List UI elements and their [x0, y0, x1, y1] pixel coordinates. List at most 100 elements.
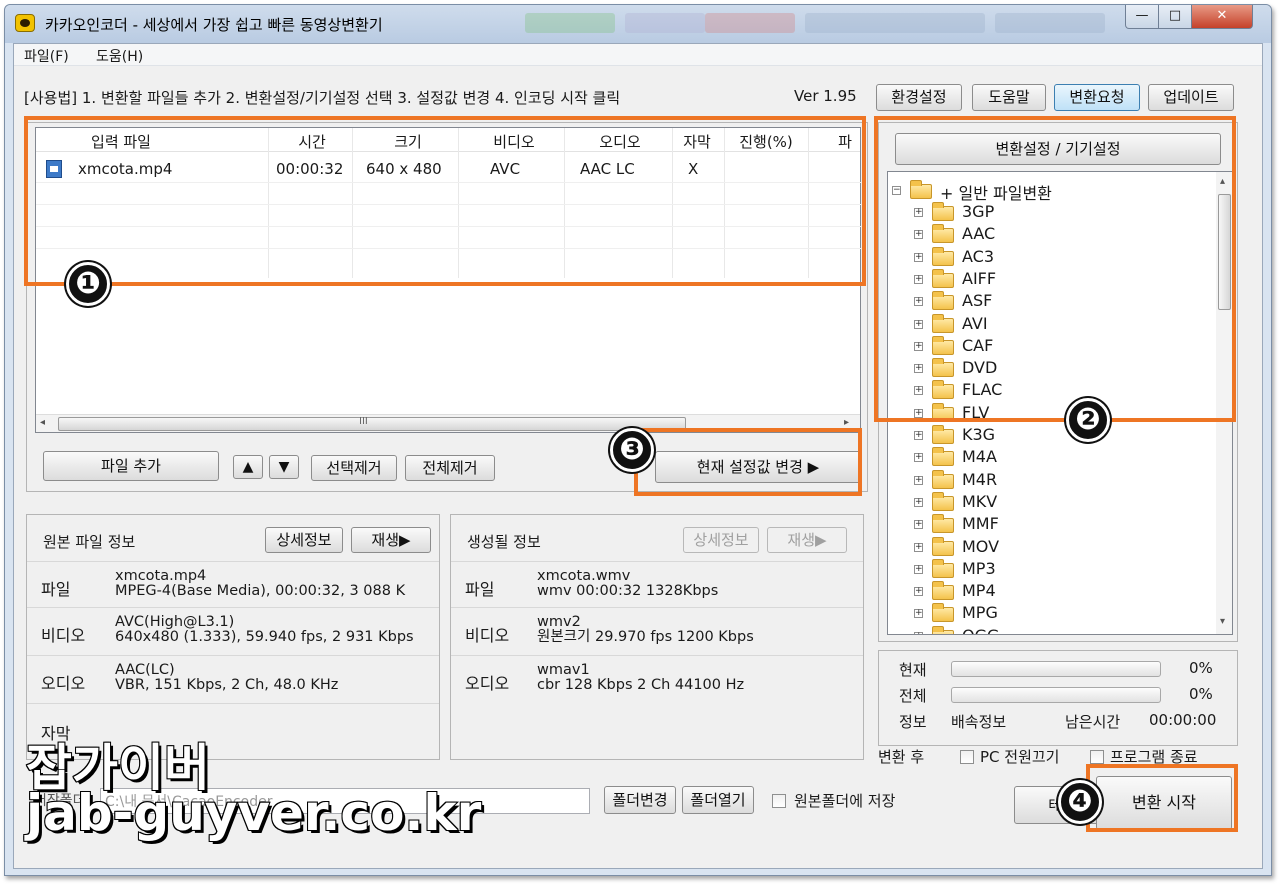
usage-instructions: [사용법] 1. 변환할 파일들 추가 2. 변환설정/기기설정 선택 3. 설…	[24, 89, 621, 107]
current-progress-bar	[951, 661, 1161, 677]
output-audio-codec: wmav1	[537, 662, 590, 678]
progress-panel: 현재 0% 전체 0% 정보 배속정보 남은시간 00:00:00	[878, 650, 1238, 746]
scrollbar-grip: III	[359, 416, 368, 427]
folder-icon	[932, 469, 954, 489]
folder-icon	[932, 491, 954, 511]
total-progress-bar	[951, 687, 1161, 703]
background-blur	[625, 13, 705, 33]
tree-item-format[interactable]: M4R	[962, 470, 997, 489]
close-button[interactable]: ✕	[1191, 5, 1253, 29]
speed-info-label: 배속정보	[951, 713, 1007, 731]
version-label: Ver 1.95	[794, 87, 857, 105]
save-to-source-label: 원본폴더에 저장	[794, 792, 896, 810]
expand-icon[interactable]: +	[914, 631, 923, 634]
source-play-button[interactable]: 재생▶	[351, 527, 431, 553]
scrollbar-thumb[interactable]: III	[58, 416, 686, 431]
total-progress-text: 0%	[1189, 685, 1213, 703]
output-info-panel: 생성될 정보 상세정보 재생▶ 파일 xmcota.wmv wmv 00:00:…	[450, 514, 864, 760]
output-video-row: 비디오 wmv2 원본크기 29.970 fps 1200 Kbps	[451, 607, 863, 655]
expand-icon[interactable]: +	[914, 497, 923, 507]
pc-off-label: PC 전원끄기	[980, 748, 1060, 766]
maximize-button[interactable]: □	[1158, 5, 1192, 29]
pc-off-checkbox[interactable]	[960, 750, 974, 764]
menu-bar: 파일(F) 도움(H)	[14, 44, 1262, 66]
step-4-badge: ❹	[1058, 780, 1102, 824]
current-progress-label: 현재	[899, 661, 927, 679]
source-file-name: xmcota.mp4	[115, 568, 207, 584]
output-info-title: 생성될 정보	[467, 533, 541, 551]
folder-icon	[932, 625, 954, 634]
settings-button[interactable]: 환경설정	[876, 84, 962, 111]
scroll-left-icon[interactable]: ◂	[40, 417, 45, 428]
request-conversion-button[interactable]: 변환요청	[1054, 84, 1140, 111]
info-label: 정보	[899, 713, 927, 731]
output-detail-button[interactable]: 상세정보	[683, 527, 759, 553]
source-audio-label: 오디오	[41, 674, 86, 693]
remaining-time-label: 남은시간	[1065, 713, 1121, 731]
current-progress-text: 0%	[1189, 659, 1213, 677]
remove-all-button[interactable]: 전체제거	[405, 455, 495, 481]
exit-program-checkbox[interactable]	[1090, 750, 1104, 764]
move-down-button[interactable]: ▼	[269, 455, 299, 479]
tree-item-format[interactable]: MMF	[962, 514, 999, 533]
after-convert-label: 변환 후	[878, 748, 925, 766]
source-detail-button[interactable]: 상세정보	[265, 527, 343, 553]
expand-icon[interactable]: +	[914, 520, 923, 530]
background-blur	[525, 13, 615, 33]
expand-icon[interactable]: +	[914, 475, 923, 485]
step-3-badge: ❸	[610, 428, 654, 472]
minimize-button[interactable]: —	[1125, 5, 1159, 29]
background-blur	[805, 13, 985, 33]
source-audio-codec: AAC(LC)	[115, 662, 175, 678]
output-video-codec: wmv2	[537, 614, 581, 630]
tree-item-format[interactable]: MKV	[962, 492, 997, 511]
source-audio-details: VBR, 151 Kbps, 2 Ch, 48.0 KHz	[115, 677, 339, 693]
expand-icon[interactable]: +	[914, 431, 923, 440]
open-folder-button[interactable]: 폴더열기	[682, 786, 754, 814]
watermark-url: jab-guyver.co.kr	[25, 783, 482, 843]
save-to-source-checkbox[interactable]	[772, 794, 786, 808]
output-audio-row: 오디오 wmav1 cbr 128 Kbps 2 Ch 44100 Hz	[451, 655, 863, 703]
add-file-button[interactable]: 파일 추가	[43, 451, 219, 481]
folder-icon	[932, 536, 954, 556]
update-button[interactable]: 업데이트	[1148, 84, 1234, 111]
tree-item-format[interactable]: MP4	[962, 581, 996, 600]
expand-icon[interactable]: +	[914, 587, 923, 597]
scroll-down-icon[interactable]: ▾	[1220, 616, 1225, 627]
change-folder-button[interactable]: 폴더변경	[604, 786, 676, 814]
source-info-title: 원본 파일 정보	[43, 533, 136, 551]
window-title: 카카오인코더 - 세상에서 가장 쉽고 빠른 동영상변환기	[45, 16, 383, 34]
expand-icon[interactable]: +	[914, 542, 923, 552]
title-bar[interactable]: 카카오인코더 - 세상에서 가장 쉽고 빠른 동영상변환기 — □ ✕	[5, 5, 1271, 43]
folder-icon	[932, 447, 954, 467]
menu-file[interactable]: 파일(F)	[24, 46, 69, 66]
move-up-button[interactable]: ▲	[233, 455, 263, 479]
output-audio-details: cbr 128 Kbps 2 Ch 44100 Hz	[537, 677, 745, 693]
help-button[interactable]: 도움말	[972, 84, 1046, 111]
folder-icon	[932, 425, 954, 444]
folder-icon	[932, 558, 954, 578]
tree-item-format[interactable]: MPG	[962, 603, 998, 622]
tree-item-format[interactable]: MOV	[962, 537, 999, 556]
folder-icon	[932, 581, 954, 601]
source-file-format: MPEG-4(Base Media), 00:00:32, 3 088 K	[115, 583, 406, 599]
expand-icon[interactable]: +	[914, 564, 923, 574]
tree-item-format[interactable]: M4A	[962, 447, 997, 466]
source-file-row: 파일 xmcota.mp4 MPEG-4(Base Media), 00:00:…	[27, 561, 439, 607]
remove-selected-button[interactable]: 선택제거	[311, 455, 397, 481]
app-logo-icon	[15, 14, 35, 32]
expand-icon[interactable]: +	[914, 453, 923, 463]
expand-icon[interactable]: +	[914, 609, 923, 619]
menu-help[interactable]: 도움(H)	[96, 46, 143, 66]
step-2-badge: ❷	[1066, 398, 1110, 442]
source-file-label: 파일	[41, 580, 71, 599]
tree-item-format[interactable]: MP3	[962, 559, 996, 578]
source-video-row: 비디오 AVC(High@L3.1) 640x480 (1.333), 59.9…	[27, 607, 439, 655]
source-video-details: 640x480 (1.333), 59.940 fps, 2 931 Kbps	[115, 629, 414, 645]
tree-item-format[interactable]: K3G	[962, 425, 995, 444]
tree-item-format[interactable]: OGG	[962, 626, 999, 634]
scroll-right-icon[interactable]: ▸	[844, 417, 849, 428]
output-play-button[interactable]: 재생▶	[767, 527, 847, 553]
output-file-name: xmcota.wmv	[537, 568, 631, 584]
output-video-details: 원본크기 29.970 fps 1200 Kbps	[537, 629, 754, 645]
